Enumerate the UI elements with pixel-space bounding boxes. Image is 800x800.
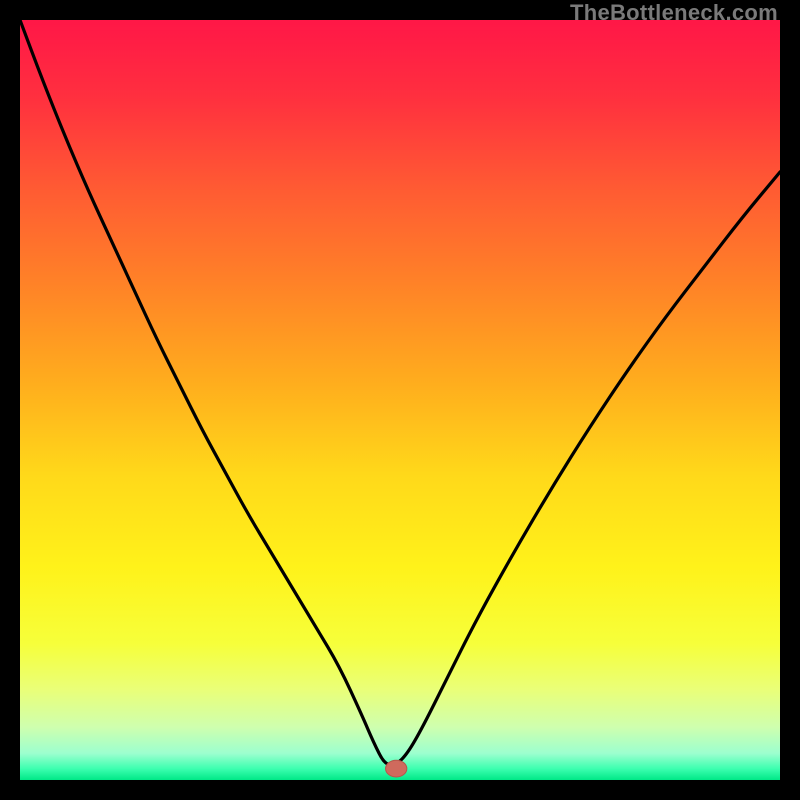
chart-frame: TheBottleneck.com [0, 0, 800, 800]
gradient-background [20, 20, 780, 780]
plot-area [20, 20, 780, 780]
watermark-text: TheBottleneck.com [570, 0, 778, 26]
optimum-marker [386, 760, 407, 777]
bottleneck-chart [20, 20, 780, 780]
